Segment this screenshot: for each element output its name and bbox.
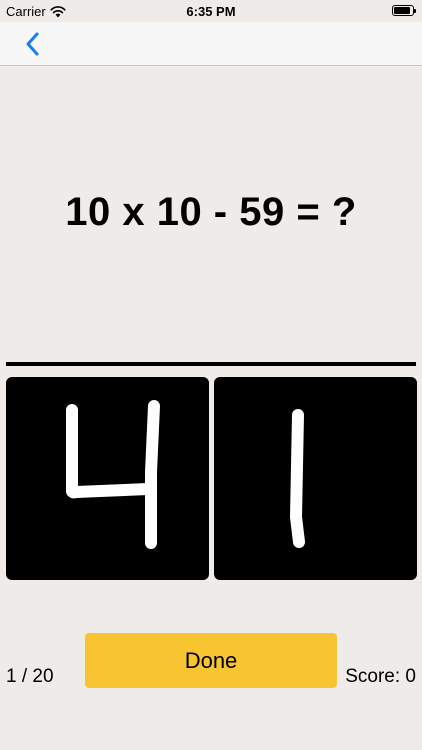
score-label: Score: 0 <box>345 666 416 687</box>
question-counter: 1 / 20 <box>6 666 54 687</box>
status-time: 6:35 PM <box>186 4 236 19</box>
drawing-pad-ones[interactable] <box>214 377 417 580</box>
battery-level <box>394 7 411 14</box>
chevron-left-icon <box>26 32 39 56</box>
back-button[interactable] <box>18 31 46 57</box>
answer-divider <box>6 362 416 366</box>
math-question: 10 x 10 - 59 = ? <box>65 190 357 234</box>
navigation-bar <box>0 22 422 66</box>
done-button[interactable]: Done <box>85 633 337 688</box>
status-bar: Carrier 6:35 PM <box>0 0 422 22</box>
drawing-pad-tens[interactable] <box>6 377 209 580</box>
handwritten-digit-one <box>290 409 305 548</box>
battery-icon <box>392 5 416 16</box>
handwritten-digit-four <box>66 400 160 549</box>
